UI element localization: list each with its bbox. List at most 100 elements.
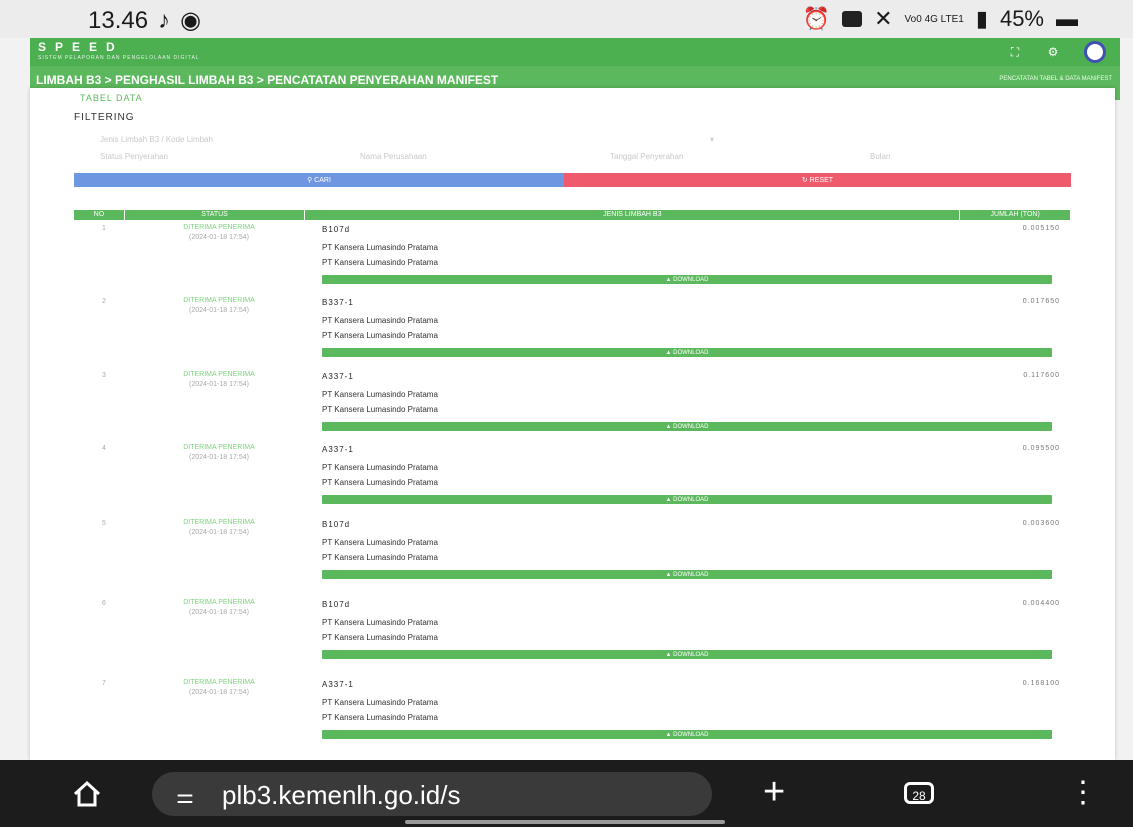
- menu-icon[interactable]: ⋮: [1068, 778, 1098, 808]
- download-icon: ▲: [665, 350, 674, 356]
- chevron-down-icon[interactable]: ▾: [710, 135, 714, 147]
- status-bar: 13.46 ♪ ◉ ⏰ ✕ Vo0 4G LTE1 ▮ 45% ▬: [0, 0, 1133, 38]
- status-badge: DITERIMA PENERIMA (2024-01-18 17:54): [144, 678, 294, 698]
- col-status[interactable]: STATUS: [125, 210, 306, 220]
- tab-table-data[interactable]: TABEL DATA: [80, 93, 143, 103]
- select-month[interactable]: Bulan: [870, 152, 890, 166]
- waste-code: B337-1: [322, 298, 354, 307]
- waste-quantity: 0.004400: [1022, 600, 1060, 607]
- download-button[interactable]: ▲ DOWNLOAD: [322, 570, 1052, 579]
- signal-icon: ▮: [975, 6, 988, 31]
- waste-quantity: 0.017650: [1022, 298, 1060, 305]
- select-date[interactable]: Tanggal Penyerahan: [610, 152, 683, 166]
- download-button[interactable]: ▲ DOWNLOAD: [322, 275, 1052, 284]
- new-tab-icon[interactable]: +: [763, 770, 785, 814]
- download-label: DOWNLOAD: [673, 350, 709, 356]
- status-date: (2024-01-18 17:54): [189, 609, 249, 616]
- app-header: SPEED SISTEM PELAPORAN DAN PENGELOLAAN D…: [30, 38, 1120, 66]
- waste-quantity: 0.005150: [1022, 225, 1060, 232]
- site-settings-icon[interactable]: ⚌: [176, 784, 194, 809]
- row-number: 6: [102, 600, 106, 607]
- download-label: DOWNLOAD: [673, 497, 709, 503]
- status-date: (2024-01-18 17:54): [189, 381, 249, 388]
- row-number: 2: [102, 298, 106, 305]
- waste-code: A337-1: [322, 445, 354, 454]
- breadcrumb-right: PENCATATAN TABEL & DATA MANIFEST: [999, 76, 1112, 82]
- download-icon: ▲: [665, 652, 674, 658]
- clock: 13.46: [88, 6, 149, 34]
- status-badge: DITERIMA PENERIMA (2024-01-18 17:54): [144, 370, 294, 390]
- settings-icon[interactable]: ⚙: [1046, 45, 1060, 59]
- status-date: (2024-01-18 17:54): [189, 234, 249, 241]
- download-button[interactable]: ▲ DOWNLOAD: [322, 348, 1052, 357]
- table-header: NO STATUS JENIS LIMBAH B3 JUMLAH (TON): [74, 210, 1070, 220]
- download-button[interactable]: ▲ DOWNLOAD: [322, 495, 1052, 504]
- download-button[interactable]: ▲ DOWNLOAD: [322, 650, 1052, 659]
- waste-quantity: 0.095500: [1022, 445, 1060, 452]
- col-jenis[interactable]: JENIS LIMBAH B3: [305, 210, 961, 220]
- status-left: 13.46 ♪ ◉: [88, 6, 201, 35]
- row-number: 4: [102, 445, 106, 452]
- reset-button[interactable]: ↻ RESET: [564, 173, 1071, 187]
- status-date: (2024-01-18 17:54): [189, 529, 249, 536]
- status-badge: DITERIMA PENERIMA (2024-01-18 17:54): [144, 296, 294, 316]
- network-indicator: Vo0 4G LTE1: [904, 13, 964, 25]
- refresh-icon: ↻: [801, 177, 810, 184]
- url-text[interactable]: plb3.kemenlh.go.id/s: [222, 780, 460, 811]
- download-label: DOWNLOAD: [673, 277, 709, 283]
- sender-company: PT Kansera Lumasindo Pratama: [322, 390, 438, 399]
- waste-code: A337-1: [322, 372, 354, 381]
- waste-code: B107d: [322, 520, 351, 529]
- sender-company: PT Kansera Lumasindo Pratama: [322, 618, 438, 627]
- tiktok-icon: ♪: [158, 6, 171, 34]
- receiver-company: PT Kansera Lumasindo Pratama: [322, 405, 438, 414]
- main-card: TABEL DATA FILTERING Jenis Limbah B3 / K…: [30, 88, 1115, 760]
- search-button[interactable]: ⚲ CARI: [74, 173, 564, 187]
- fullscreen-icon[interactable]: ⛶: [1008, 45, 1022, 59]
- filter-input[interactable]: Jenis Limbah B3 / Kode Limbah: [100, 135, 213, 147]
- avatar[interactable]: [1084, 41, 1106, 63]
- status-text: DITERIMA PENERIMA: [183, 297, 255, 304]
- col-no[interactable]: NO: [74, 210, 125, 220]
- tab-switcher-button[interactable]: 28: [904, 782, 934, 804]
- table-row: 6 DITERIMA PENERIMA (2024-01-18 17:54) B107…: [74, 598, 1070, 672]
- breadcrumb: LIMBAH B3 > PENGHASIL LIMBAH B3 > PENCAT…: [36, 73, 499, 87]
- download-label: DOWNLOAD: [673, 424, 709, 430]
- waste-code: A337-1: [322, 680, 354, 689]
- brand-logo[interactable]: SPEED: [38, 40, 124, 54]
- status-badge: DITERIMA PENERIMA (2024-01-18 17:54): [144, 518, 294, 538]
- battery-icon: ▬: [1056, 6, 1078, 31]
- battery-level: 45%: [999, 6, 1044, 31]
- header-actions: ⛶ ⚙: [1008, 41, 1106, 63]
- receiver-company: PT Kansera Lumasindo Pratama: [322, 478, 438, 487]
- url-bar[interactable]: ⚌ plb3.kemenlh.go.id/s: [152, 772, 712, 816]
- sender-company: PT Kansera Lumasindo Pratama: [322, 243, 438, 252]
- waste-code: B107d: [322, 600, 351, 609]
- download-button[interactable]: ▲ DOWNLOAD: [322, 730, 1052, 739]
- receiver-company: PT Kansera Lumasindo Pratama: [322, 553, 438, 562]
- download-icon: ▲: [665, 732, 674, 738]
- row-number: 7: [102, 680, 106, 687]
- download-button[interactable]: ▲ DOWNLOAD: [322, 422, 1052, 431]
- home-icon[interactable]: [72, 780, 102, 808]
- status-text: DITERIMA PENERIMA: [183, 519, 255, 526]
- download-icon: ▲: [665, 572, 674, 578]
- sender-company: PT Kansera Lumasindo Pratama: [322, 698, 438, 707]
- cast-icon: ◉: [180, 7, 202, 34]
- status-text: DITERIMA PENERIMA: [183, 444, 255, 451]
- status-date: (2024-01-18 17:54): [189, 454, 249, 461]
- status-text: DITERIMA PENERIMA: [183, 371, 255, 378]
- table-row: 3 DITERIMA PENERIMA (2024-01-18 17:54) A337…: [74, 370, 1070, 444]
- status-date: (2024-01-18 17:54): [189, 307, 249, 314]
- gesture-handle[interactable]: [405, 820, 725, 824]
- select-company[interactable]: Nama Perusahaan: [360, 152, 427, 166]
- row-number: 3: [102, 372, 106, 379]
- message-icon: [842, 11, 863, 27]
- col-jumlah[interactable]: JUMLAH (TON): [960, 210, 1070, 220]
- select-status[interactable]: Status Penyerahan: [100, 152, 168, 166]
- browser-toolbar: ⚌ plb3.kemenlh.go.id/s + 28 ⋮: [0, 760, 1133, 827]
- waste-quantity: 0.168100: [1022, 680, 1060, 687]
- download-label: DOWNLOAD: [673, 652, 709, 658]
- status-right: ⏰ ✕ Vo0 4G LTE1 ▮ 45% ▬: [803, 6, 1078, 32]
- mute-icon: ✕: [874, 6, 893, 31]
